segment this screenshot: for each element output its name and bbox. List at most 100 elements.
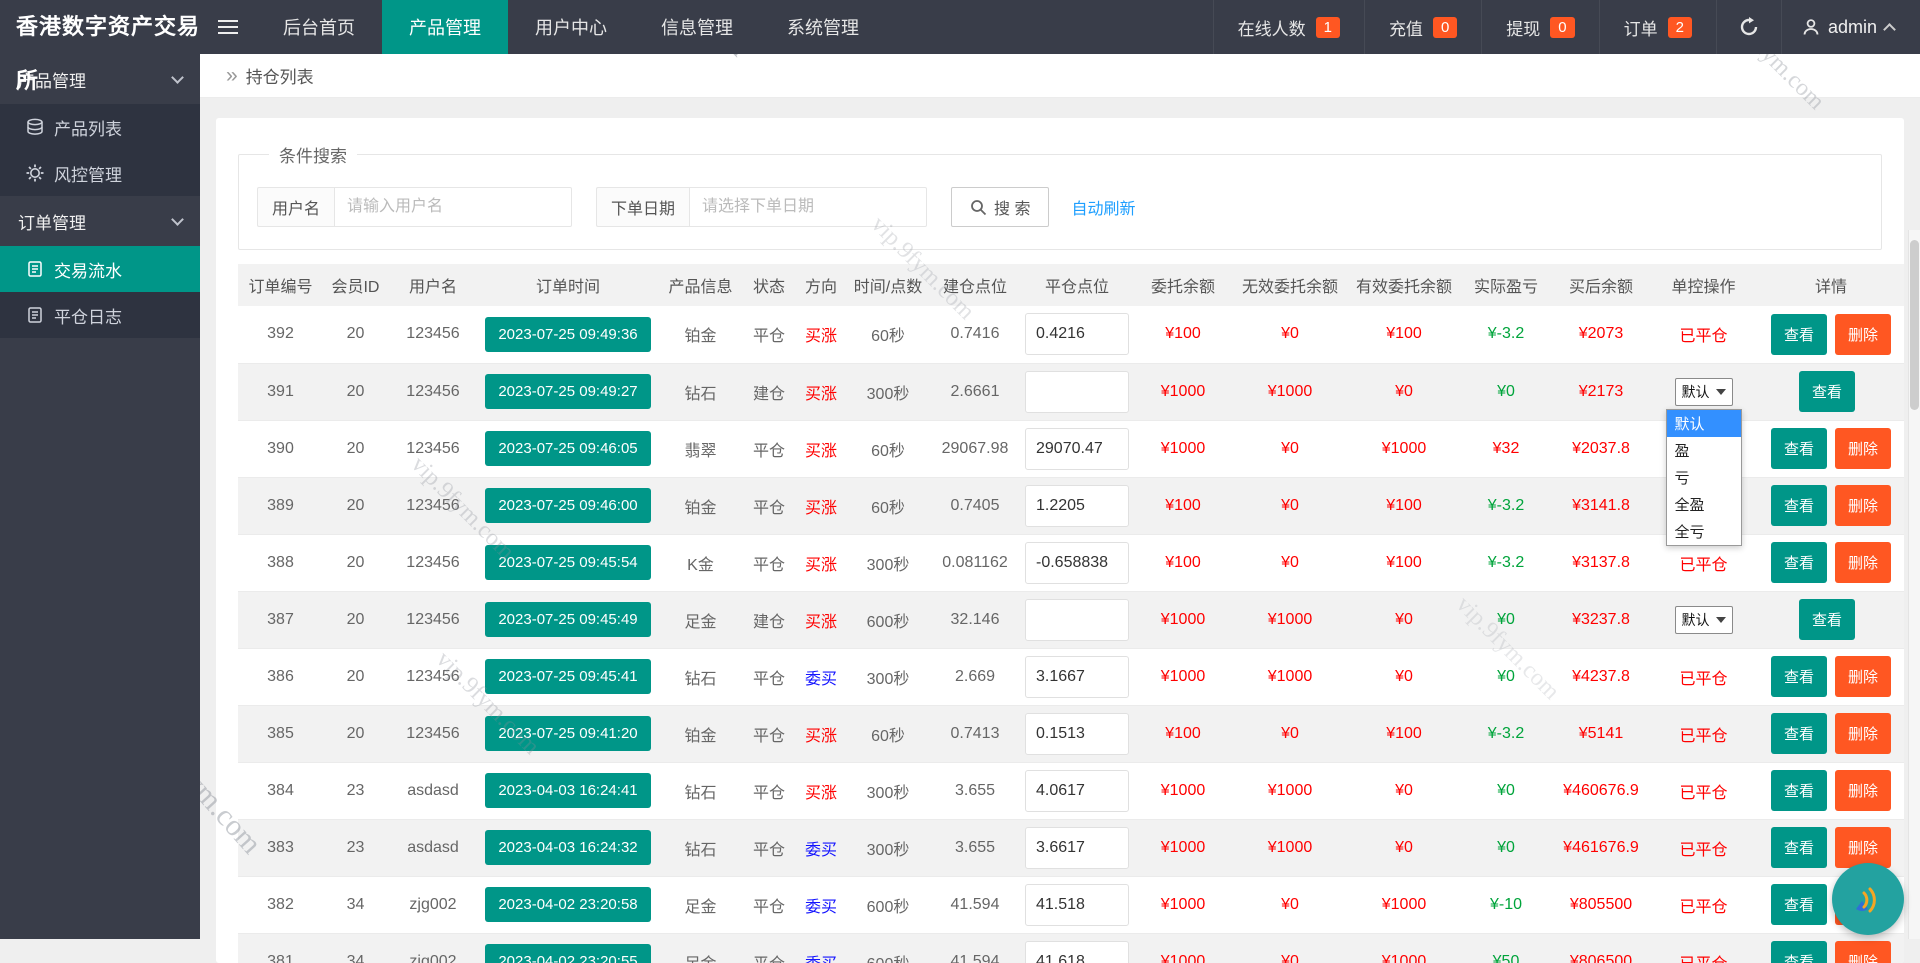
auto-refresh-link[interactable]: 自动刷新 <box>1071 195 1135 219</box>
order-time-button[interactable]: 2023-07-25 09:46:00 <box>485 488 650 523</box>
after-balance-cell: ¥3237.8 <box>1551 591 1651 648</box>
order-time-button[interactable]: 2023-04-02 23:20:58 <box>485 887 650 922</box>
order-time-button[interactable]: 2023-07-25 09:45:41 <box>485 659 650 694</box>
order-time-button[interactable]: 2023-04-03 16:24:41 <box>485 773 650 808</box>
entrust-balance-cell: ¥100 <box>1133 534 1233 591</box>
order-time-button[interactable]: 2023-07-25 09:45:54 <box>485 545 650 580</box>
close-point-input[interactable] <box>1025 884 1129 926</box>
view-button[interactable]: 查看 <box>1771 485 1827 526</box>
order-date-input[interactable] <box>689 187 927 227</box>
nav-item-3[interactable]: 用户中心 <box>508 0 634 54</box>
order-time-button[interactable]: 2023-04-03 16:24:32 <box>485 830 650 865</box>
order-id: 385 <box>267 725 294 742</box>
search-button[interactable]: 搜 索 <box>951 187 1049 227</box>
sidebar-item-2-1[interactable]: 交易流水 <box>0 246 200 292</box>
voice-service-fab[interactable] <box>1832 863 1904 935</box>
view-button[interactable]: 查看 <box>1771 941 1827 963</box>
close-point-input[interactable] <box>1025 599 1129 641</box>
username-input[interactable] <box>334 187 572 227</box>
control-select[interactable]: 默认 <box>1675 606 1733 634</box>
after-balance: ¥5141 <box>1579 725 1624 742</box>
main-area: » 持仓列表 条件搜索 用户名 下单日期 <box>200 54 1920 939</box>
order-time-button[interactable]: 2023-07-25 09:46:05 <box>485 431 650 466</box>
order-time-button[interactable]: 2023-07-25 09:41:20 <box>485 716 650 751</box>
order-time-button[interactable]: 2023-07-25 09:49:36 <box>485 317 650 352</box>
dropdown-option[interactable]: 全盈 <box>1667 491 1741 518</box>
close-point-input[interactable] <box>1025 656 1129 698</box>
refresh-icon[interactable] <box>1716 0 1781 54</box>
close-point-input[interactable] <box>1025 371 1129 413</box>
close-point-input[interactable] <box>1025 713 1129 755</box>
after-balance-cell: ¥4237.8 <box>1551 648 1651 705</box>
invalid-entrust-cell: ¥1000 <box>1233 762 1347 819</box>
detail-cell: 查看 <box>1756 363 1904 420</box>
control-select[interactable]: 默认 <box>1675 378 1733 406</box>
scrollbar-thumb[interactable] <box>1910 240 1919 410</box>
table-row: 391201234562023-07-25 09:49:27钻石建仓买涨300秒… <box>238 363 1904 420</box>
close-point-input[interactable] <box>1025 313 1129 355</box>
nav-item-4[interactable]: 信息管理 <box>634 0 760 54</box>
delete-button[interactable]: 删除 <box>1835 314 1891 355</box>
sidebar-group-2[interactable]: 订单管理 <box>0 196 200 246</box>
nav-item-2[interactable]: 产品管理 <box>382 0 508 54</box>
delete-button[interactable]: 删除 <box>1835 827 1891 868</box>
counter-3[interactable]: 提现0 <box>1481 0 1598 54</box>
order-time-button[interactable]: 2023-07-25 09:45:49 <box>485 602 650 637</box>
delete-button[interactable]: 删除 <box>1835 485 1891 526</box>
nav-item-1[interactable]: 后台首页 <box>256 0 382 54</box>
delete-button[interactable]: 删除 <box>1835 770 1891 811</box>
delete-button[interactable]: 删除 <box>1835 542 1891 583</box>
order-time-button[interactable]: 2023-07-25 09:49:27 <box>485 374 650 409</box>
view-button[interactable]: 查看 <box>1799 371 1855 412</box>
order-id-cell: 387 <box>238 591 323 648</box>
duration-text: 300秒 <box>867 785 910 802</box>
nav-item-5[interactable]: 系统管理 <box>760 0 886 54</box>
close-point-cell <box>1021 705 1133 762</box>
view-button[interactable]: 查看 <box>1771 770 1827 811</box>
order-id-cell: 388 <box>238 534 323 591</box>
view-button[interactable]: 查看 <box>1771 827 1827 868</box>
delete-button[interactable]: 删除 <box>1835 656 1891 697</box>
close-point-input[interactable] <box>1025 428 1129 470</box>
direction-text: 委买 <box>805 899 837 916</box>
sidebar-item-1-1[interactable]: 产品列表 <box>0 104 200 150</box>
view-button[interactable]: 查看 <box>1799 599 1855 640</box>
close-point-input[interactable] <box>1025 941 1129 963</box>
open-point: 0.7413 <box>951 725 1000 742</box>
hamburger-icon[interactable] <box>200 0 256 54</box>
member-id-cell: 34 <box>323 876 388 933</box>
view-button[interactable]: 查看 <box>1771 428 1827 469</box>
order-time-button[interactable]: 2023-04-02 23:20:55 <box>485 944 650 963</box>
view-button[interactable]: 查看 <box>1771 314 1827 355</box>
delete-button[interactable]: 删除 <box>1835 941 1891 963</box>
status-text: 平仓 <box>753 443 785 460</box>
valid-entrust-cell: ¥1000 <box>1347 876 1461 933</box>
counter-4[interactable]: 订单2 <box>1599 0 1716 54</box>
product-name: K金 <box>687 557 714 574</box>
duration-cell: 600秒 <box>847 933 929 963</box>
username-cell: 123456 <box>388 420 478 477</box>
delete-button[interactable]: 删除 <box>1835 428 1891 469</box>
dropdown-option[interactable]: 盈 <box>1667 437 1741 464</box>
dropdown-option[interactable]: 全亏 <box>1667 518 1741 545</box>
close-point-input[interactable] <box>1025 485 1129 527</box>
view-button[interactable]: 查看 <box>1771 713 1827 754</box>
duration-text: 60秒 <box>871 443 905 460</box>
delete-button[interactable]: 删除 <box>1835 713 1891 754</box>
view-button[interactable]: 查看 <box>1771 884 1827 925</box>
entrust-balance-cell: ¥1000 <box>1133 819 1233 876</box>
view-button[interactable]: 查看 <box>1771 656 1827 697</box>
sidebar-item-1-2[interactable]: 风控管理 <box>0 150 200 196</box>
view-button[interactable]: 查看 <box>1771 542 1827 583</box>
direction-cell: 买涨 <box>795 762 847 819</box>
close-point-input[interactable] <box>1025 770 1129 812</box>
dropdown-option[interactable]: 默认 <box>1667 410 1741 437</box>
counter-2[interactable]: 充值0 <box>1364 0 1481 54</box>
close-point-input[interactable] <box>1025 542 1129 584</box>
dropdown-option[interactable]: 亏 <box>1667 464 1741 491</box>
counter-1[interactable]: 在线人数1 <box>1213 0 1364 54</box>
sidebar-item-2-2[interactable]: 平仓日志 <box>0 292 200 338</box>
user-menu[interactable]: admin <box>1781 0 1920 54</box>
close-point-input[interactable] <box>1025 827 1129 869</box>
invalid-entrust-balance: ¥0 <box>1281 725 1299 742</box>
